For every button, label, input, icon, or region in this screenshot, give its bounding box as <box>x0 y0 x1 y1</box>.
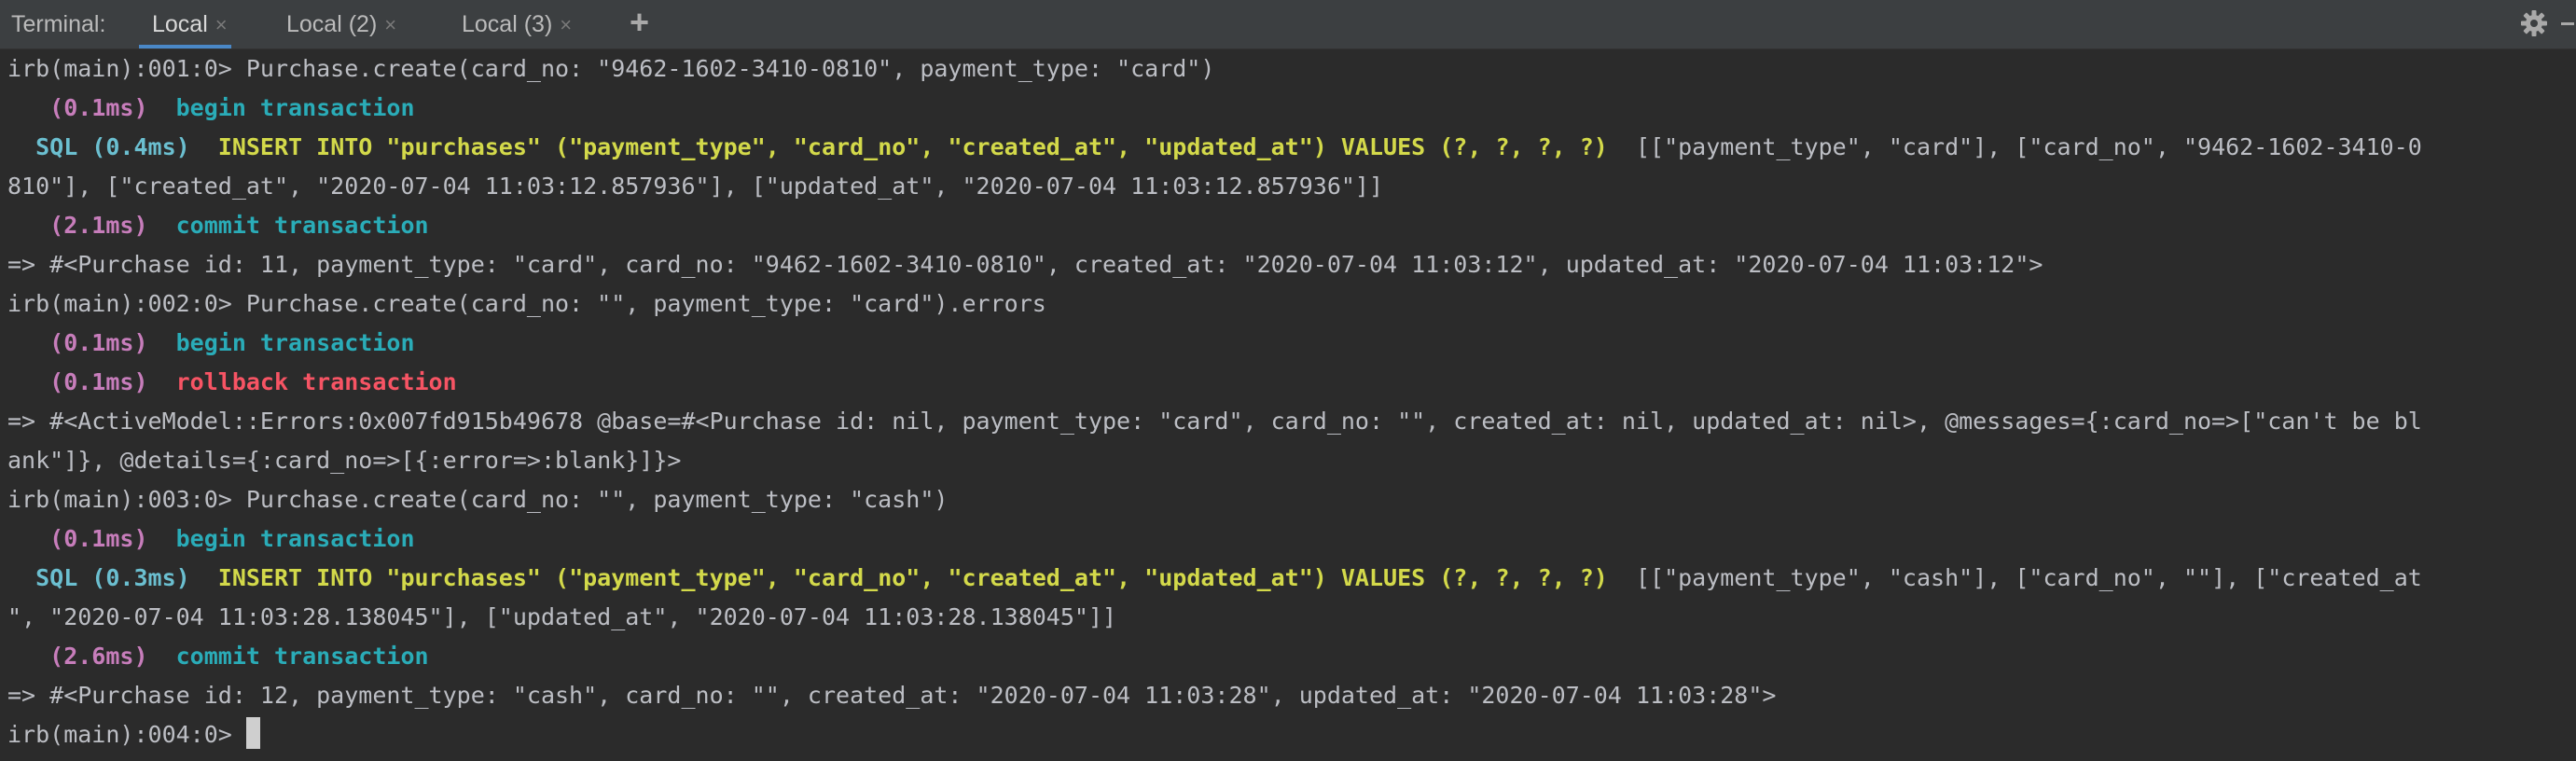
transaction-message: commit transaction <box>175 212 429 239</box>
terminal-output[interactable]: irb(main):001:0> Purchase.create(card_no… <box>0 49 2576 761</box>
close-icon[interactable]: × <box>560 1 572 49</box>
sql-label: SQL (0.4ms) <box>7 133 190 160</box>
sql-binds: [["payment_type", "cash"], ["card_no", "… <box>1607 564 2422 591</box>
query-duration: (2.6ms) <box>7 643 148 670</box>
terminal-line: => #<Purchase id: 12, payment_type: "cas… <box>7 682 1777 709</box>
terminal-line: irb(main):001:0> Purchase.create(card_no… <box>7 55 1215 82</box>
terminal-line: (2.1ms) commit transaction <box>7 206 429 245</box>
transaction-message: begin transaction <box>175 525 415 552</box>
terminal-prompt-line[interactable]: irb(main):004:0> <box>7 715 260 754</box>
minimize-icon[interactable] <box>2561 22 2574 25</box>
rollback-message: rollback transaction <box>175 368 457 395</box>
tab-local-2[interactable]: Local (2) × <box>286 0 396 48</box>
query-duration: (0.1ms) <box>7 329 148 356</box>
terminal-line: SQL (0.3ms) INSERT INTO "purchases" ("pa… <box>7 559 2422 598</box>
close-icon[interactable]: × <box>384 1 396 49</box>
text-cursor <box>245 717 260 749</box>
terminal-line: ", "2020-07-04 11:03:28.138045"], ["upda… <box>7 603 1117 630</box>
transaction-message: commit transaction <box>175 643 429 670</box>
sql-label: SQL (0.3ms) <box>7 564 190 591</box>
terminal-line: => #<ActiveModel::Errors:0x007fd915b4967… <box>7 408 2422 435</box>
tab-label: Local (3) <box>462 11 553 37</box>
terminal-line: (2.6ms) commit transaction <box>7 637 429 676</box>
tab-local-3[interactable]: Local (3) × <box>462 0 572 48</box>
terminal-line: => #<Purchase id: 11, payment_type: "car… <box>7 251 2043 278</box>
add-tab-icon[interactable]: + <box>630 3 649 42</box>
transaction-message: begin transaction <box>175 94 415 121</box>
tab-local[interactable]: Local × <box>139 0 231 49</box>
terminal-line: ank"]}, @details={:card_no=>[{:error=>:b… <box>7 447 682 474</box>
sql-statement: INSERT INTO "purchases" ("payment_type",… <box>217 564 1608 591</box>
query-duration: (0.1ms) <box>7 525 148 552</box>
tab-label: Local <box>152 11 208 37</box>
irb-prompt: irb(main):004:0> <box>7 721 246 748</box>
tab-label: Local (2) <box>286 11 378 37</box>
sql-binds: [["payment_type", "card"], ["card_no", "… <box>1607 133 2422 160</box>
terminal-line: irb(main):002:0> Purchase.create(card_no… <box>7 290 1046 317</box>
query-duration: (2.1ms) <box>7 212 148 239</box>
terminal-line: (0.1ms) begin transaction <box>7 89 415 128</box>
terminal-tabbar: Terminal: Local × Local (2) × Local (3) × + <box>0 0 2576 49</box>
terminal-line: (0.1ms) rollback transaction <box>7 363 457 402</box>
terminal-line: 810"], ["created_at", "2020-07-04 11:03:… <box>7 173 1384 200</box>
terminal-line: (0.1ms) begin transaction <box>7 519 415 559</box>
gear-icon[interactable] <box>2520 9 2548 44</box>
transaction-message: begin transaction <box>175 329 415 356</box>
query-duration: (0.1ms) <box>7 94 148 121</box>
terminal-line: (0.1ms) begin transaction <box>7 324 415 363</box>
close-icon[interactable]: × <box>215 1 228 49</box>
terminal-line: irb(main):003:0> Purchase.create(card_no… <box>7 486 949 513</box>
query-duration: (0.1ms) <box>7 368 148 395</box>
terminal-label: Terminal: <box>11 11 106 37</box>
sql-statement: INSERT INTO "purchases" ("payment_type",… <box>217 133 1608 160</box>
terminal-line: SQL (0.4ms) INSERT INTO "purchases" ("pa… <box>7 128 2422 167</box>
